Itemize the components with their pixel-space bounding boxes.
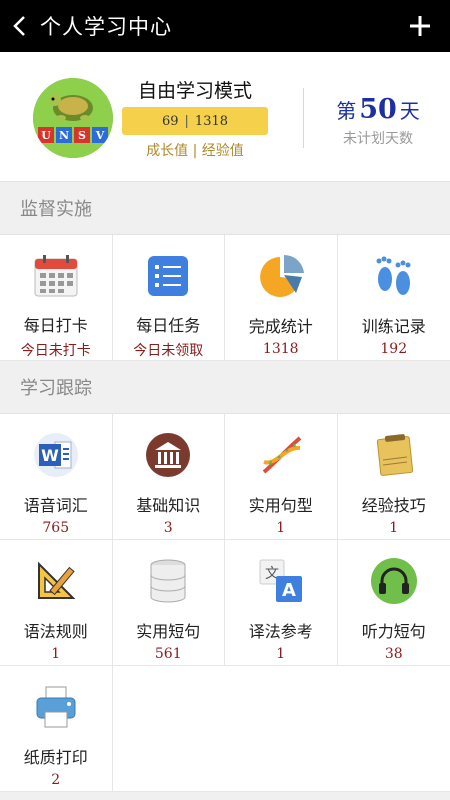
page-title: 个人学习中心 — [40, 15, 172, 39]
grid-item-label: 语法规则 — [23, 622, 88, 641]
dna-icon — [262, 436, 302, 474]
grid-item-label: 实用句型 — [248, 496, 313, 515]
days-counter: 第 50 天 — [318, 94, 438, 125]
learning-mode-title: 自由学习模式 — [137, 80, 252, 102]
experience-value: 1318 — [194, 113, 229, 129]
grid-item-label: 完成统计 — [248, 317, 313, 336]
grid-item-label: 经验技巧 — [361, 496, 426, 515]
stats-caption: 成长值 | 经验值 — [146, 143, 244, 159]
calendar-icon — [34, 254, 78, 296]
stats-pill[interactable]: 69 | 1318 — [122, 107, 268, 135]
grid-item-label: 每日任务 — [136, 316, 201, 335]
checklist-icon — [148, 255, 189, 296]
grid-item-sentence-patterns[interactable]: 实用句型 1 — [225, 414, 338, 540]
grid-item-label: 实用短句 — [136, 622, 201, 641]
library-icon — [146, 433, 191, 477]
days-suffix: 天 — [399, 99, 420, 123]
grid-item-tips[interactable]: 经验技巧 1 — [337, 414, 450, 540]
grid-item-label: 语音词汇 — [23, 496, 88, 515]
logo-letter: N — [56, 127, 72, 143]
plus-icon — [410, 16, 430, 36]
grid-item-translation-ref[interactable]: 文 A 译法参考 1 — [225, 540, 338, 666]
grid-item-label: 纸质打印 — [23, 748, 88, 767]
pie-chart-icon — [259, 254, 304, 297]
headphones-icon — [370, 558, 417, 604]
profile-card: U N S V 自由学习模式 69 | 1318 成长值 | 经验值 第 50 天 … — [0, 52, 450, 182]
grid-item-value: 1 — [276, 520, 286, 536]
grid-item-value: 38 — [384, 646, 403, 662]
days-number: 50 — [359, 94, 397, 125]
section-heading-tracking: 学习跟踪 — [0, 361, 450, 413]
grid-item-label: 听力短句 — [361, 622, 426, 641]
tracking-grid: W 语音词汇 765 基础知识 3 实用句型 1 经验技巧 1 语法规则 1 实… — [0, 413, 450, 792]
logo-letter: V — [92, 127, 108, 143]
grid-item-label: 训练记录 — [361, 317, 426, 336]
logo-letter: U — [38, 127, 54, 143]
svg-text:W: W — [41, 446, 59, 465]
grid-item-label: 基础知识 — [136, 496, 201, 515]
growth-value: 69 — [161, 113, 179, 129]
grid-empty-cell — [225, 666, 338, 792]
grid-item-short-phrases[interactable]: 实用短句 561 — [112, 540, 225, 666]
grid-item-listening[interactable]: 听力短句 38 — [337, 540, 450, 666]
printer-icon — [36, 686, 76, 728]
grid-item-basic-knowledge[interactable]: 基础知识 3 — [112, 414, 225, 540]
grid-item-daily-checkin[interactable]: 每日打卡 今日未打卡 — [0, 235, 113, 361]
add-button[interactable] — [402, 8, 438, 44]
grid-item-grammar-rules[interactable]: 语法规则 1 — [0, 540, 113, 666]
ruler-triangle-icon — [37, 561, 76, 599]
word-doc-icon: W — [33, 433, 78, 477]
avatar[interactable]: U N S V — [33, 78, 113, 158]
database-icon — [150, 559, 186, 603]
divider — [303, 88, 304, 148]
logo-letter: S — [74, 127, 90, 143]
grid-item-value: 1318 — [262, 341, 299, 357]
grid-item-value: 3 — [163, 520, 173, 536]
back-button[interactable] — [0, 0, 40, 52]
svg-text:A: A — [282, 580, 296, 601]
grid-item-value: 1 — [276, 646, 286, 662]
grid-item-completion-stats[interactable]: 完成统计 1318 — [225, 235, 338, 361]
grid-item-vocabulary[interactable]: W 语音词汇 765 — [0, 414, 113, 540]
grid-item-value: 192 — [380, 341, 408, 357]
turtle-logo-icon — [33, 78, 113, 158]
grid-item-training-record[interactable]: 训练记录 192 — [337, 235, 450, 361]
logo-letters: U N S V — [38, 127, 108, 143]
chevron-left-icon — [13, 16, 25, 36]
grid-empty-cell — [337, 666, 450, 792]
grid-item-value: 今日未打卡 — [20, 343, 91, 359]
grid-item-value: 1 — [51, 646, 61, 662]
grid-item-value: 今日未领取 — [133, 343, 204, 359]
translate-icon: 文 A — [259, 559, 302, 602]
supervision-grid: 每日打卡 今日未打卡 每日任务 今日未领取 完成统计 1318 训练记录 192 — [0, 234, 450, 361]
top-bar: 个人学习中心 — [0, 0, 450, 52]
notes-icon — [376, 434, 413, 476]
grid-item-value: 1 — [389, 520, 399, 536]
section-heading-supervision: 监督实施 — [0, 182, 450, 234]
grid-item-value: 2 — [51, 772, 61, 788]
grid-item-daily-task[interactable]: 每日任务 今日未领取 — [112, 235, 225, 361]
grid-item-value: 561 — [154, 646, 182, 662]
grid-item-paper-print[interactable]: 纸质打印 2 — [0, 666, 113, 792]
grid-empty-cell — [112, 666, 225, 792]
footprints-icon — [376, 256, 411, 295]
grid-item-label: 译法参考 — [248, 622, 313, 641]
days-caption: 未计划天数 — [343, 131, 413, 147]
days-prefix: 第 — [336, 99, 357, 123]
grid-item-value: 765 — [42, 520, 70, 536]
grid-item-label: 每日打卡 — [23, 316, 88, 335]
